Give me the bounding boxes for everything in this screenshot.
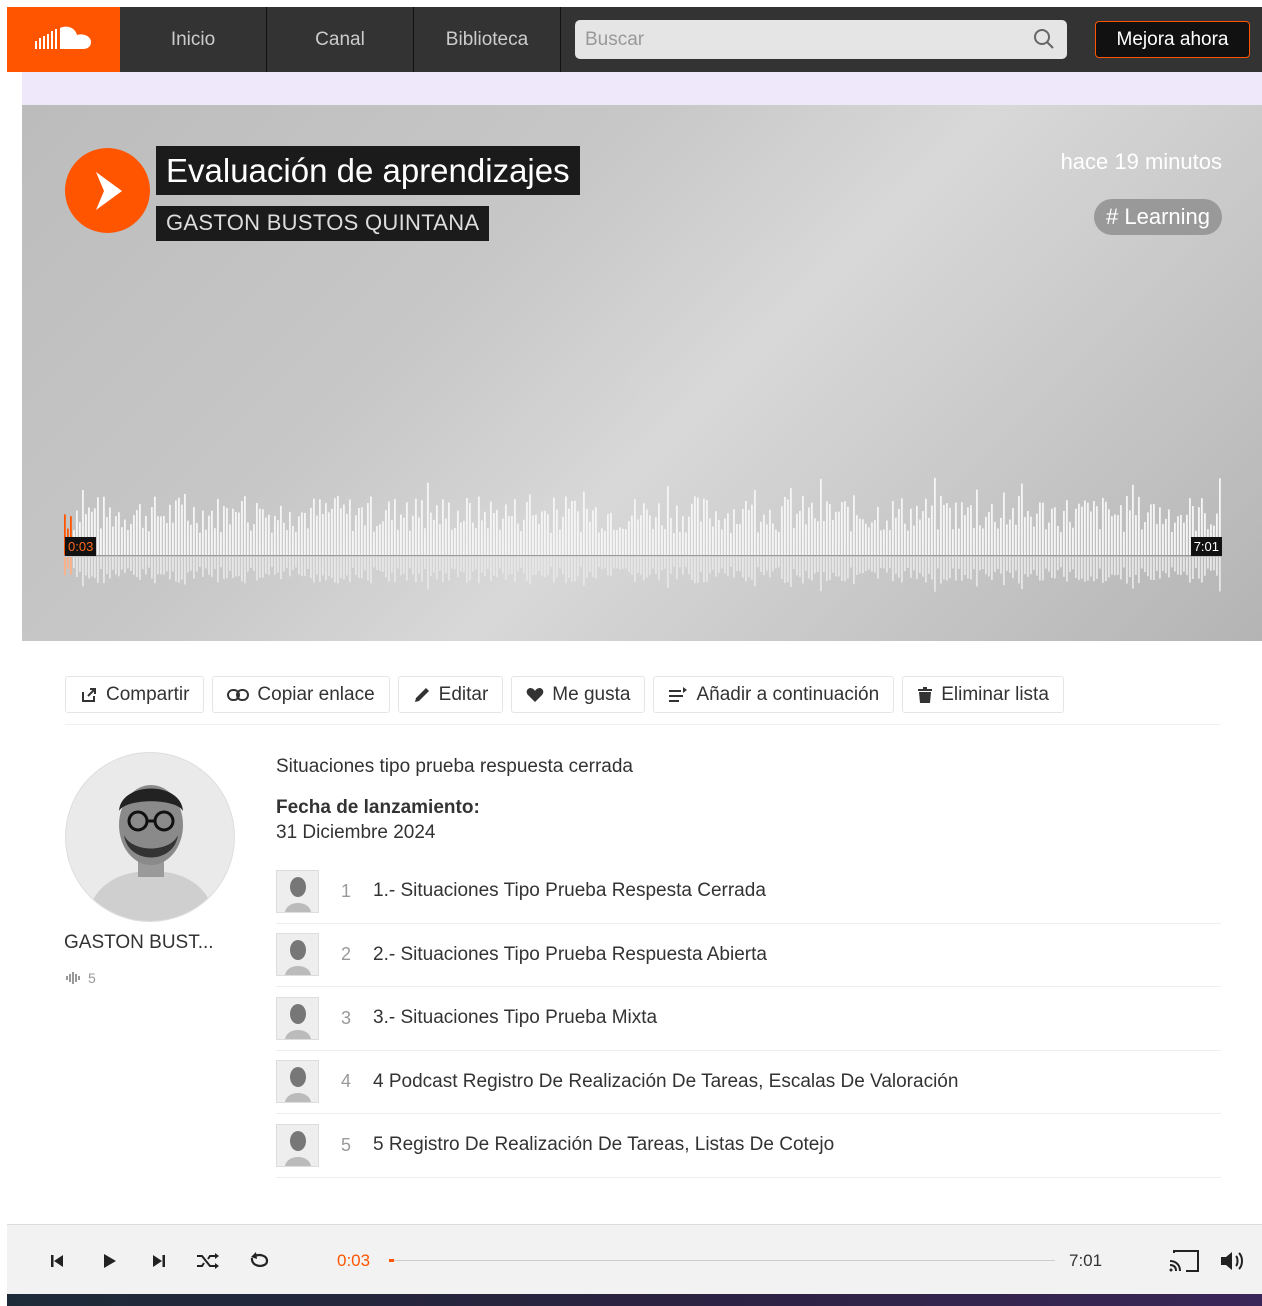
soundcloud-logo[interactable]: [7, 7, 120, 72]
divider: [65, 724, 1220, 725]
track-number: 1: [340, 880, 351, 901]
pencil-icon: [414, 687, 429, 702]
trash-icon: [918, 686, 933, 703]
nav-biblioteca[interactable]: Biblioteca: [414, 7, 561, 72]
previous-icon[interactable]: [45, 1249, 69, 1273]
track-number: 4: [340, 1071, 351, 1092]
track-number: 2: [340, 944, 351, 965]
add-next-button[interactable]: Añadir a continuación: [653, 676, 895, 713]
track-thumbnail[interactable]: [276, 1060, 319, 1104]
bottom-player: 0:03 7:01: [7, 1224, 1262, 1294]
posted-time: hace 19 minutos: [1060, 149, 1222, 174]
track-thumbnail[interactable]: [276, 933, 319, 977]
waveform-current-time: 0:03: [65, 537, 97, 556]
share-icon: [82, 687, 96, 702]
track-count: 5: [66, 970, 96, 986]
artist-name[interactable]: GASTON BUST...: [64, 932, 214, 954]
add-next-label: Añadir a continuación: [696, 683, 880, 705]
like-button[interactable]: Me gusta: [511, 676, 646, 713]
track-title[interactable]: 1.- Situaciones Tipo Prueba Respesta Cer…: [373, 880, 766, 902]
track-row[interactable]: 2 2.- Situaciones Tipo Prueba Respuesta …: [276, 924, 1221, 987]
track-title[interactable]: 4 Podcast Registro De Realización De Tar…: [373, 1071, 958, 1093]
track-row[interactable]: 5 5 Registro De Realización De Tareas, L…: [276, 1114, 1221, 1178]
track-row[interactable]: 1 1.- Situaciones Tipo Prueba Respesta C…: [276, 860, 1221, 924]
repeat-icon[interactable]: [247, 1249, 271, 1273]
track-title[interactable]: 5 Registro De Realización De Tareas, Lis…: [373, 1134, 834, 1156]
play-button[interactable]: [65, 148, 150, 233]
track-thumbnail[interactable]: [276, 996, 319, 1040]
track-title[interactable]: 2.- Situaciones Tipo Prueba Respuesta Ab…: [373, 944, 767, 966]
player-current-time: 0:03: [337, 1251, 371, 1270]
search-box: [575, 20, 1067, 59]
edit-label: Editar: [438, 683, 489, 705]
banner-strip: [22, 72, 1262, 105]
delete-list-button[interactable]: Eliminar lista: [902, 676, 1064, 713]
waveform-total-time: 7:01: [1190, 537, 1222, 556]
track-number: 5: [340, 1134, 351, 1155]
tracklist: 1 1.- Situaciones Tipo Prueba Respesta C…: [276, 860, 1221, 1178]
nav-label: Biblioteca: [445, 28, 529, 50]
playlist-title: Evaluación de aprendizajes: [156, 146, 580, 195]
hero-header: Evaluación de aprendizajes GASTON BUSTOS…: [22, 105, 1262, 641]
shuffle-icon[interactable]: [196, 1249, 220, 1273]
cast-icon[interactable]: [1167, 1249, 1201, 1273]
taskbar-strip: [7, 1294, 1262, 1306]
cloud-icon: [34, 26, 91, 49]
top-navigation: Inicio Canal Biblioteca Mejora ahora: [7, 7, 1262, 72]
playlist-artist[interactable]: GASTON BUSTOS QUINTANA: [156, 206, 490, 241]
progress-track[interactable]: [389, 1260, 1055, 1261]
nav-inicio[interactable]: Inicio: [120, 7, 267, 72]
volume-icon[interactable]: [1217, 1249, 1247, 1273]
upgrade-button[interactable]: Mejora ahora: [1095, 21, 1250, 58]
player-total-time: 7:01: [1069, 1251, 1103, 1270]
track-thumbnail[interactable]: [276, 1123, 319, 1167]
track-number: 3: [340, 1007, 351, 1028]
track-thumbnail[interactable]: [276, 869, 319, 913]
track-title[interactable]: 3.- Situaciones Tipo Prueba Mixta: [373, 1007, 657, 1029]
queue-icon: [669, 686, 688, 702]
copy-link-button[interactable]: Copiar enlace: [212, 676, 390, 713]
release-date-label: Fecha de lanzamiento:: [276, 797, 480, 818]
nav-canal[interactable]: Canal: [267, 7, 414, 72]
genre-tag[interactable]: # Learning: [1094, 199, 1222, 235]
search-icon[interactable]: [1033, 28, 1055, 55]
edit-button[interactable]: Editar: [397, 676, 504, 713]
share-label: Compartir: [106, 683, 190, 705]
release-date: 31 Diciembre 2024: [276, 822, 436, 843]
action-bar: Compartir Copiar enlace Editar Me gusta …: [65, 676, 1064, 713]
link-icon: [227, 688, 250, 701]
heart-icon: [526, 687, 544, 702]
track-row[interactable]: 4 4 Podcast Registro De Realización De T…: [276, 1051, 1221, 1114]
track-count-value: 5: [88, 970, 96, 986]
play-icon[interactable]: [97, 1249, 121, 1273]
share-button[interactable]: Compartir: [65, 676, 205, 713]
nav-label: Canal: [315, 28, 365, 50]
copy-link-label: Copiar enlace: [257, 683, 375, 705]
like-label: Me gusta: [552, 683, 631, 705]
nav-label: Inicio: [170, 28, 216, 50]
waveform[interactable]: [64, 465, 1222, 595]
delete-list-label: Eliminar lista: [941, 683, 1049, 705]
track-row[interactable]: 3 3.- Situaciones Tipo Prueba Mixta: [276, 987, 1221, 1051]
search-input[interactable]: [575, 20, 1067, 59]
play-icon: [95, 171, 122, 210]
next-icon[interactable]: [147, 1249, 171, 1273]
playlist-description: Situaciones tipo prueba respuesta cerrad…: [276, 756, 634, 777]
waveform-icon: [66, 972, 80, 984]
artist-avatar[interactable]: [65, 752, 235, 922]
progress-fill: [389, 1259, 394, 1262]
